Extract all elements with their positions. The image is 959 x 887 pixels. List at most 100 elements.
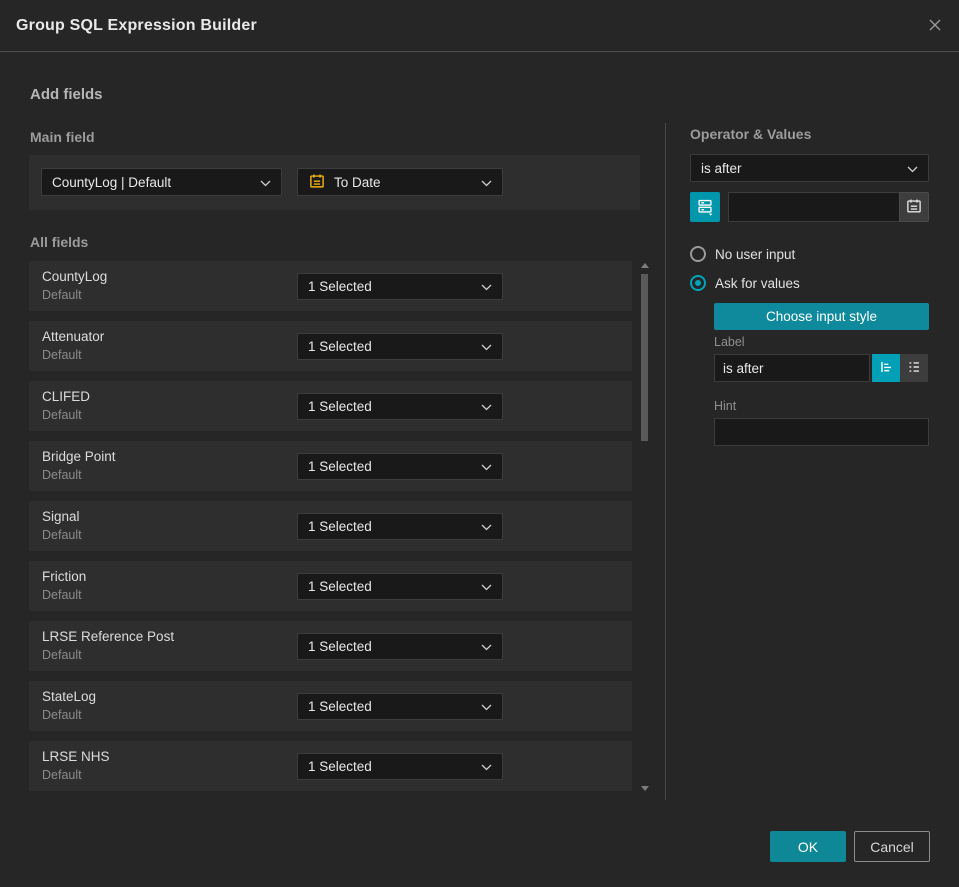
field-type: Default	[42, 288, 82, 302]
radio-label: No user input	[715, 246, 796, 262]
cancel-button[interactable]: Cancel	[854, 831, 930, 862]
list-values-icon	[905, 358, 923, 379]
field-row: Friction Default 1 Selected	[29, 561, 632, 611]
all-fields-list: CountyLog Default 1 Selected Attenuator …	[29, 261, 632, 801]
single-input-style-button[interactable]	[872, 354, 900, 382]
main-field-panel: CountyLog | Default To Date	[29, 155, 640, 210]
dialog-title: Group SQL Expression Builder	[16, 17, 257, 34]
field-selection-select[interactable]: 1 Selected	[297, 573, 503, 600]
operator-select[interactable]: is after	[690, 154, 929, 182]
chevron-down-icon	[481, 699, 492, 714]
field-selection-select[interactable]: 1 Selected	[297, 633, 503, 660]
field-selection-value: 1 Selected	[308, 579, 372, 594]
field-row: StateLog Default 1 Selected	[29, 681, 632, 731]
radio-circle	[690, 246, 706, 262]
field-row: CLIFED Default 1 Selected	[29, 381, 632, 431]
scrollbar-thumb[interactable]	[641, 274, 648, 441]
field-selection-value: 1 Selected	[308, 759, 372, 774]
field-type: Default	[42, 588, 82, 602]
close-icon	[926, 16, 944, 37]
field-selection-select[interactable]: 1 Selected	[297, 393, 503, 420]
field-name: Friction	[42, 569, 87, 584]
field-type: Default	[42, 468, 82, 482]
field-name: StateLog	[42, 689, 97, 704]
field-selection-value: 1 Selected	[308, 339, 372, 354]
stacked-values-icon	[695, 196, 715, 219]
field-selection-select[interactable]: 1 Selected	[297, 273, 503, 300]
operator-values-heading: Operator & Values	[690, 126, 812, 142]
field-row: Signal Default 1 Selected	[29, 501, 632, 551]
date-mode-select[interactable]: To Date	[297, 168, 503, 196]
field-selection-select[interactable]: 1 Selected	[297, 693, 503, 720]
choose-input-style-button[interactable]: Choose input style	[714, 303, 929, 330]
main-field-select-value: CountyLog | Default	[52, 174, 172, 190]
field-type: Default	[42, 408, 82, 422]
chevron-down-icon	[481, 175, 492, 190]
add-fields-heading: Add fields	[30, 86, 103, 103]
field-row: LRSE Reference Post Default 1 Selected	[29, 621, 632, 671]
field-selection-value: 1 Selected	[308, 699, 372, 714]
field-row: Attenuator Default 1 Selected	[29, 321, 632, 371]
close-button[interactable]	[924, 15, 946, 37]
chevron-down-icon	[481, 459, 492, 474]
calendar-icon	[308, 172, 326, 193]
field-selection-select[interactable]: 1 Selected	[297, 453, 503, 480]
date-picker-button[interactable]	[899, 192, 929, 222]
field-selection-value: 1 Selected	[308, 459, 372, 474]
radio-circle	[690, 275, 706, 291]
chevron-down-icon	[481, 579, 492, 594]
hint-input[interactable]	[714, 418, 929, 446]
chevron-down-icon	[260, 175, 271, 190]
chevron-down-icon	[481, 639, 492, 654]
date-mode-select-value: To Date	[334, 174, 381, 190]
field-selection-select[interactable]: 1 Selected	[297, 513, 503, 540]
radio-ask-for-values[interactable]: Ask for values	[690, 273, 800, 293]
field-type: Default	[42, 768, 82, 782]
value-input[interactable]	[728, 192, 899, 222]
field-type: Default	[42, 348, 82, 362]
chevron-down-icon	[907, 161, 918, 176]
list-scrollbar[interactable]	[640, 261, 650, 792]
field-name: Bridge Point	[42, 449, 116, 464]
dialog-titlebar: Group SQL Expression Builder	[0, 0, 959, 52]
field-selection-select[interactable]: 1 Selected	[297, 333, 503, 360]
field-row: CountyLog Default 1 Selected	[29, 261, 632, 311]
all-fields-heading: All fields	[30, 234, 89, 250]
field-row: LRSE NHS Default 1 Selected	[29, 741, 632, 791]
scrollbar-up-arrow[interactable]	[641, 261, 649, 269]
list-input-style-button[interactable]	[900, 354, 928, 382]
field-name: Attenuator	[42, 329, 105, 344]
field-name: CountyLog	[42, 269, 108, 284]
calendar-icon	[905, 197, 923, 218]
field-row: Bridge Point Default 1 Selected	[29, 441, 632, 491]
group-sql-expression-builder-dialog: Group SQL Expression Builder Add fields …	[0, 0, 959, 887]
value-source-toggle-button[interactable]	[690, 192, 720, 222]
chevron-down-icon	[481, 519, 492, 534]
chevron-down-icon	[481, 279, 492, 294]
scrollbar-down-arrow[interactable]	[641, 784, 649, 792]
radio-no-user-input[interactable]: No user input	[690, 244, 795, 264]
field-name: CLIFED	[42, 389, 91, 404]
field-selection-value: 1 Selected	[308, 519, 372, 534]
single-line-input-icon	[877, 358, 895, 379]
radio-label: Ask for values	[715, 275, 800, 291]
field-type: Default	[42, 648, 82, 662]
chevron-down-icon	[481, 759, 492, 774]
field-name: LRSE Reference Post	[42, 629, 175, 644]
main-field-select[interactable]: CountyLog | Default	[41, 168, 282, 196]
vertical-divider	[665, 123, 666, 800]
ok-button[interactable]: OK	[770, 831, 846, 862]
main-field-heading: Main field	[30, 129, 95, 145]
field-name: Signal	[42, 509, 80, 524]
field-selection-select[interactable]: 1 Selected	[297, 753, 503, 780]
field-type: Default	[42, 708, 82, 722]
chevron-down-icon	[481, 399, 492, 414]
field-type: Default	[42, 528, 82, 542]
label-input[interactable]	[714, 354, 870, 382]
chevron-down-icon	[481, 339, 492, 354]
hint-caption: Hint	[714, 399, 737, 413]
field-selection-value: 1 Selected	[308, 279, 372, 294]
field-name: LRSE NHS	[42, 749, 110, 764]
field-selection-value: 1 Selected	[308, 399, 372, 414]
operator-select-value: is after	[701, 160, 742, 176]
